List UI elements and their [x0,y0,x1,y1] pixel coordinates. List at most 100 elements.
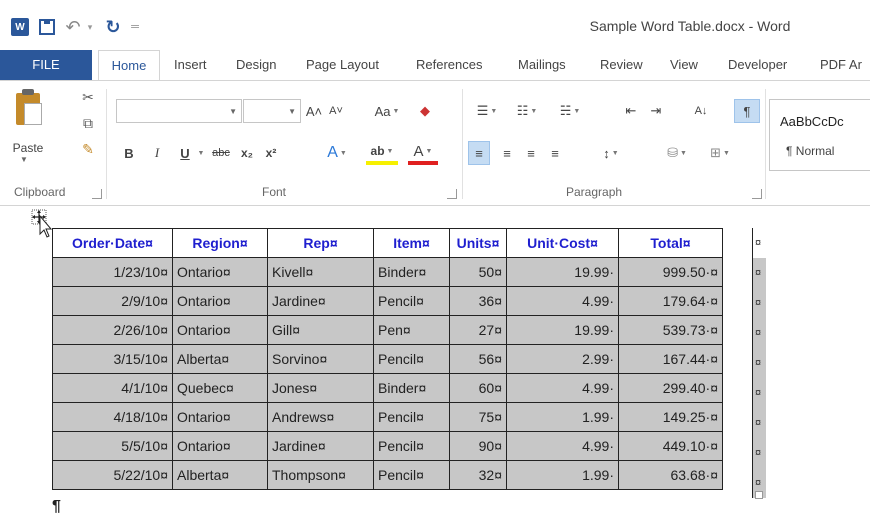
cell-item[interactable]: Pencil¤ [373,286,450,316]
decrease-indent-icon[interactable]: ⇤ [620,99,642,123]
word-logo-icon[interactable]: W [9,15,31,39]
cell-total[interactable]: 179.64·¤ [618,286,723,316]
cell-region[interactable]: Alberta¤ [172,460,268,490]
cell-region[interactable]: Quebec¤ [172,373,268,403]
cell-region[interactable]: Alberta¤ [172,344,268,374]
cell-unit-cost[interactable]: 1.99· [506,460,619,490]
cell-order-date[interactable]: 4/18/10¤ [52,402,173,432]
save-icon[interactable] [36,15,58,39]
tab-insert[interactable]: Insert [166,50,215,80]
cell-total[interactable]: 299.40·¤ [618,373,723,403]
format-painter-icon[interactable]: ✎ [78,139,98,159]
font-launcher-icon[interactable] [447,189,457,199]
shrink-font-button[interactable]: A˅ [326,99,346,123]
cell-order-date[interactable]: 3/15/10¤ [52,344,173,374]
cell-region[interactable]: Ontario¤ [172,257,268,287]
tab-pdf[interactable]: PDF Ar [812,50,870,80]
paste-dropdown-icon[interactable]: ▼ [20,155,28,164]
cell-total[interactable]: 449.10·¤ [618,431,723,461]
cell-units[interactable]: 32¤ [449,460,507,490]
cut-icon[interactable]: ✂ [78,87,98,107]
change-case-button[interactable]: Aa ▼ [370,99,404,123]
cell-units[interactable]: 75¤ [449,402,507,432]
justify-button[interactable]: ≡ [544,141,566,165]
multilevel-list-button[interactable]: ☵ ▼ [550,99,590,123]
font-color-button[interactable]: A ▼ [408,141,438,165]
paragraph-launcher-icon[interactable] [752,189,762,199]
cell-region[interactable]: Ontario¤ [172,286,268,316]
header-order-date[interactable]: Order·Date¤ [52,228,173,258]
bold-button[interactable]: B [120,141,138,165]
undo-dropdown-icon[interactable]: ▾ [84,15,96,39]
cell-item[interactable]: Binder¤ [373,373,450,403]
cell-rep[interactable]: Jardine¤ [267,431,374,461]
underline-dropdown-icon[interactable]: ▼ [194,141,206,165]
align-right-button[interactable]: ≡ [520,141,542,165]
cell-region[interactable]: Ontario¤ [172,431,268,461]
data-table[interactable]: Order·Date¤ Region¤ Rep¤ Item¤ Units¤ Un… [52,228,723,490]
cell-order-date[interactable]: 2/9/10¤ [52,286,173,316]
cell-total[interactable]: 63.68·¤ [618,460,723,490]
cell-region[interactable]: Ontario¤ [172,315,268,345]
clipboard-launcher-icon[interactable] [92,189,102,199]
table-move-handle-icon[interactable] [30,208,52,238]
style-normal[interactable]: AaBbCcDc ¶ Normal [769,99,870,171]
highlight-button[interactable]: ab ▼ [366,141,398,165]
grow-font-button[interactable]: A˄ [304,99,324,123]
cell-total[interactable]: 167.44·¤ [618,344,723,374]
cell-total[interactable]: 539.73·¤ [618,315,723,345]
cell-unit-cost[interactable]: 4.99· [506,431,619,461]
cell-unit-cost[interactable]: 4.99· [506,373,619,403]
text-effects-button[interactable]: A ▼ [322,141,352,165]
italic-button[interactable]: I [148,141,166,165]
header-units[interactable]: Units¤ [449,228,507,258]
cell-total[interactable]: 999.50·¤ [618,257,723,287]
tab-review[interactable]: Review [592,50,651,80]
cell-rep[interactable]: Gill¤ [267,315,374,345]
shading-button[interactable]: ⛁ ▼ [660,141,694,165]
cell-units[interactable]: 56¤ [449,344,507,374]
cell-order-date[interactable]: 5/5/10¤ [52,431,173,461]
align-center-button[interactable]: ≡ [496,141,518,165]
tab-developer[interactable]: Developer [720,50,795,80]
cell-order-date[interactable]: 5/22/10¤ [52,460,173,490]
cell-order-date[interactable]: 1/23/10¤ [52,257,173,287]
cell-units[interactable]: 50¤ [449,257,507,287]
align-left-button[interactable]: ≡ [468,141,490,165]
cell-units[interactable]: 36¤ [449,286,507,316]
cell-rep[interactable]: Jones¤ [267,373,374,403]
cell-unit-cost[interactable]: 2.99· [506,344,619,374]
line-spacing-button[interactable]: ↕ ▼ [594,141,628,165]
tab-references[interactable]: References [408,50,490,80]
font-name-combo[interactable]: ▼ [116,99,242,123]
sort-button[interactable]: A↓ [690,99,712,123]
font-size-combo[interactable]: ▼ [243,99,301,123]
cell-order-date[interactable]: 4/1/10¤ [52,373,173,403]
cell-order-date[interactable]: 2/26/10¤ [52,315,173,345]
borders-button[interactable]: ⊞ ▼ [700,141,740,165]
cell-item[interactable]: Pen¤ [373,315,450,345]
header-item[interactable]: Item¤ [373,228,450,258]
cell-item[interactable]: Pencil¤ [373,402,450,432]
strikethrough-button[interactable]: abc [208,141,234,165]
superscript-button[interactable]: x² [260,141,282,165]
cell-units[interactable]: 90¤ [449,431,507,461]
cell-unit-cost[interactable]: 19.99· [506,315,619,345]
bullets-button[interactable]: ☰ ▼ [470,99,504,123]
cell-units[interactable]: 60¤ [449,373,507,403]
cell-rep[interactable]: Sorvino¤ [267,344,374,374]
cell-region[interactable]: Ontario¤ [172,402,268,432]
cell-rep[interactable]: Thompson¤ [267,460,374,490]
undo-icon[interactable]: ↶ [62,15,84,39]
header-total[interactable]: Total¤ [618,228,723,258]
tab-mailings[interactable]: Mailings [510,50,574,80]
copy-icon[interactable]: ⧉ [78,113,98,133]
tab-page-layout[interactable]: Page Layout [298,50,387,80]
cell-item[interactable]: Binder¤ [373,257,450,287]
header-rep[interactable]: Rep¤ [267,228,374,258]
numbering-button[interactable]: ☷ ▼ [510,99,544,123]
header-unit-cost[interactable]: Unit·Cost¤ [506,228,619,258]
cell-units[interactable]: 27¤ [449,315,507,345]
cell-unit-cost[interactable]: 1.99· [506,402,619,432]
tab-view[interactable]: View [662,50,706,80]
